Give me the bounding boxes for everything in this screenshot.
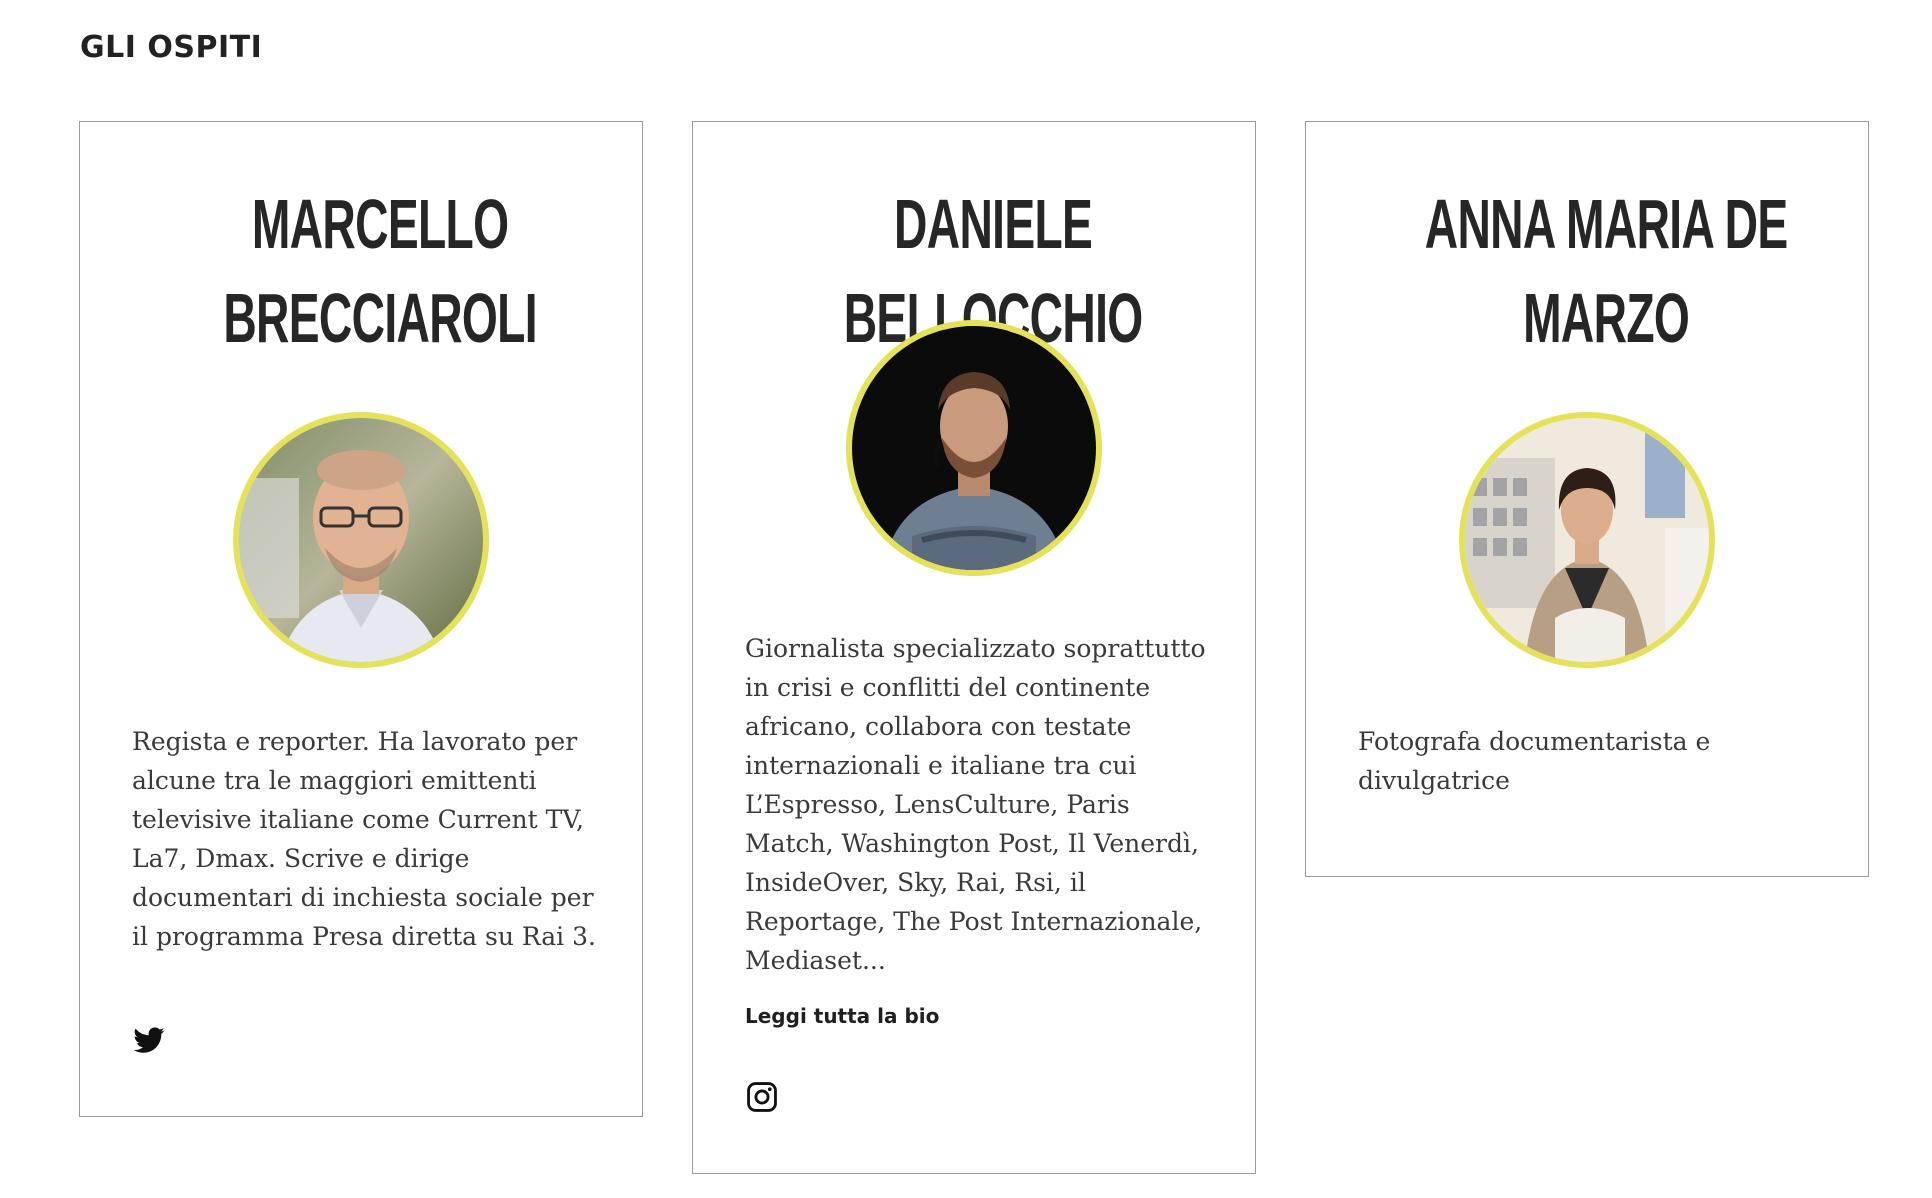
instagram-icon[interactable] — [745, 1080, 779, 1114]
guest-bio: Regista e reporter. Ha lavorato per alcu… — [132, 727, 596, 951]
guest-card-daniele-bellocchio: DANIELE BELLOCCHIO Giornalista specializ… — [692, 121, 1256, 1174]
read-full-bio-link[interactable]: Leggi tutta la bio — [745, 1004, 939, 1028]
guest-name: ANNA MARIA DE MARZO — [1424, 185, 1788, 357]
guest-bio: Fotografa documentarista e divulgatrice — [1358, 727, 1711, 795]
twitter-icon[interactable] — [132, 1024, 166, 1058]
portrait-photo — [1465, 418, 1709, 662]
guest-avatar — [1459, 412, 1715, 668]
section-title: GLI OSPITI — [80, 30, 263, 65]
portrait-photo — [239, 418, 483, 662]
guest-name: MARCELLO BRECCIAROLI — [223, 185, 537, 357]
portrait-photo — [852, 326, 1096, 570]
guest-card-marcello-brecciaroli: MARCELLO BRECCIAROLI Regista e reporter. — [79, 121, 643, 1117]
guest-card-anna-maria-de-marzo: ANNA MARIA DE MARZO Fotografa documentar… — [1305, 121, 1869, 877]
guest-avatar — [233, 412, 489, 668]
guest-bio: Giornalista specializzato soprattutto in… — [745, 634, 1206, 975]
guest-avatar — [846, 320, 1102, 576]
